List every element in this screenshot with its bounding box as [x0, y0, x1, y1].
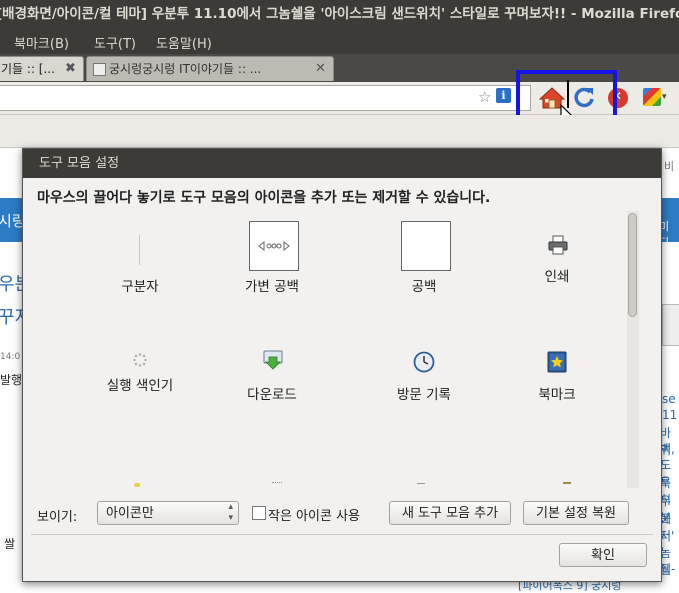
palette-item-print[interactable]: 인쇄 [482, 221, 627, 291]
info-icon[interactable]: i [496, 88, 511, 103]
star-icon[interactable]: ☆ [478, 88, 491, 106]
menu-help[interactable]: 도움말(H) [156, 33, 212, 52]
ok-button[interactable]: 확인 [559, 543, 647, 567]
small-icons-checkbox[interactable] [252, 506, 266, 520]
palette-item-partial [134, 483, 140, 487]
page-fragment: 11 [662, 408, 678, 422]
dialog-instruction: 마우스의 끌어다 놓기로 도구 모음의 아이콘을 추가 또는 제거할 수 있습니… [37, 190, 491, 206]
restore-defaults-button[interactable]: 기본 설정 복원 [523, 501, 629, 525]
throbber-icon [133, 353, 147, 367]
close-icon[interactable]: ✕ [315, 57, 326, 81]
url-bar[interactable] [0, 85, 531, 111]
separator-icon [139, 235, 140, 265]
page-fragment: 쌀 [4, 537, 16, 551]
secondary-toolbar [0, 115, 679, 148]
page-fragment: 발행 [0, 373, 23, 387]
download-icon [263, 350, 283, 370]
space-icon [401, 221, 451, 271]
dialog-divider [31, 534, 653, 535]
select-arrows-icon: ▴ ▾ [228, 502, 233, 523]
chevron-down-icon[interactable]: ▾ [662, 92, 667, 102]
window-titlebar: [배경화면/아이콘/컬 테마] 우분투 11.10에서 그놈쉘을 '아이스크림 … [0, 0, 679, 28]
palette-item-label: 가변 공백 [245, 279, 299, 295]
show-mode-select[interactable]: 아이콘만 ▴ ▾ [97, 501, 239, 525]
palette-item-separator[interactable]: 구분자 [65, 221, 215, 295]
show-mode-value: 아이콘만 [106, 506, 154, 521]
toolbar-item-palette: 구분자 가변 공백 공백 인쇄 실행 색인기 다운로드 방문 기록 북마크 [37, 211, 627, 488]
menu-bar: 북마크(B) 도구(T) 도움말(H) [0, 28, 679, 54]
show-label: 보이기: [37, 510, 78, 525]
page-box [662, 304, 679, 346]
tab-label: 기들 :: [... [1, 62, 55, 76]
palette-item-label: 구분자 [121, 279, 159, 295]
dialog-titlebar: 도구 모음 설정 [23, 149, 661, 178]
palette-item-flexible-space[interactable]: 가변 공백 [197, 221, 347, 295]
page-fragment: 티- [660, 562, 676, 576]
palette-item-space[interactable]: 공백 [349, 221, 499, 295]
print-icon [548, 235, 568, 255]
palette-item-history[interactable]: 방문 기록 [349, 349, 499, 419]
tab-label: 궁시렁궁시렁 IT이야기들 :: ... [109, 62, 262, 76]
page-fragment: 14:0 [0, 352, 21, 362]
tab-inactive[interactable]: 궁시렁궁시렁 IT이야기들 :: ... ✕ [86, 56, 334, 81]
close-icon[interactable]: ✖ [65, 57, 76, 81]
page-fragment: 미디 [659, 220, 670, 249]
palette-item-label: 실행 색인기 [106, 378, 174, 394]
palette-item-label: 북마크 [538, 387, 576, 403]
history-icon [413, 351, 435, 373]
palette-item-partial [272, 482, 282, 487]
small-icons-label[interactable]: 작은 아이콘 사용 [268, 505, 360, 524]
add-toolbar-button[interactable]: 새 도구 모음 추가 [389, 501, 511, 525]
palette-item-throbber[interactable]: 실행 색인기 [65, 349, 215, 419]
page-fragment: 터' [660, 529, 675, 543]
favicon-icon [93, 63, 106, 76]
page-fragment: 비 [664, 160, 675, 173]
bookmarks-icon [547, 351, 567, 373]
customize-toolbar-dialog: 도구 모음 설정 마우스의 끌어다 놓기로 도구 모음의 아이콘을 추가 또는 … [22, 148, 662, 582]
menu-tools[interactable]: 도구(T) [94, 33, 136, 52]
palette-scrollbar[interactable] [627, 211, 639, 488]
palette-item-bookmarks[interactable]: 북마크 [482, 349, 627, 419]
flexible-space-icon [249, 221, 299, 271]
page-fragment: 백, [660, 442, 675, 456]
palette-item-label: 공백 [411, 279, 437, 295]
window-title: [배경화면/아이콘/컬 테마] 우분투 11.10에서 그놈쉘을 '아이스크림 … [0, 6, 679, 22]
palette-item-partial [417, 483, 425, 488]
palette-item-partial [563, 482, 571, 488]
page-fragment: se [662, 392, 676, 406]
palette-item-label: 방문 기록 [397, 387, 451, 403]
tab-active[interactable]: 기들 :: [... ✖ [0, 56, 84, 81]
palette-item-label: 다운로드 [247, 387, 297, 403]
dialog-title: 도구 모음 설정 [39, 156, 120, 171]
scrollbar-thumb[interactable] [628, 213, 637, 317]
palette-item-label: 인쇄 [544, 269, 570, 285]
menu-bookmarks[interactable]: 북마크(B) [14, 33, 69, 52]
palette-item-downloads[interactable]: 다운로드 [197, 349, 347, 419]
google-icon[interactable] [643, 88, 661, 106]
